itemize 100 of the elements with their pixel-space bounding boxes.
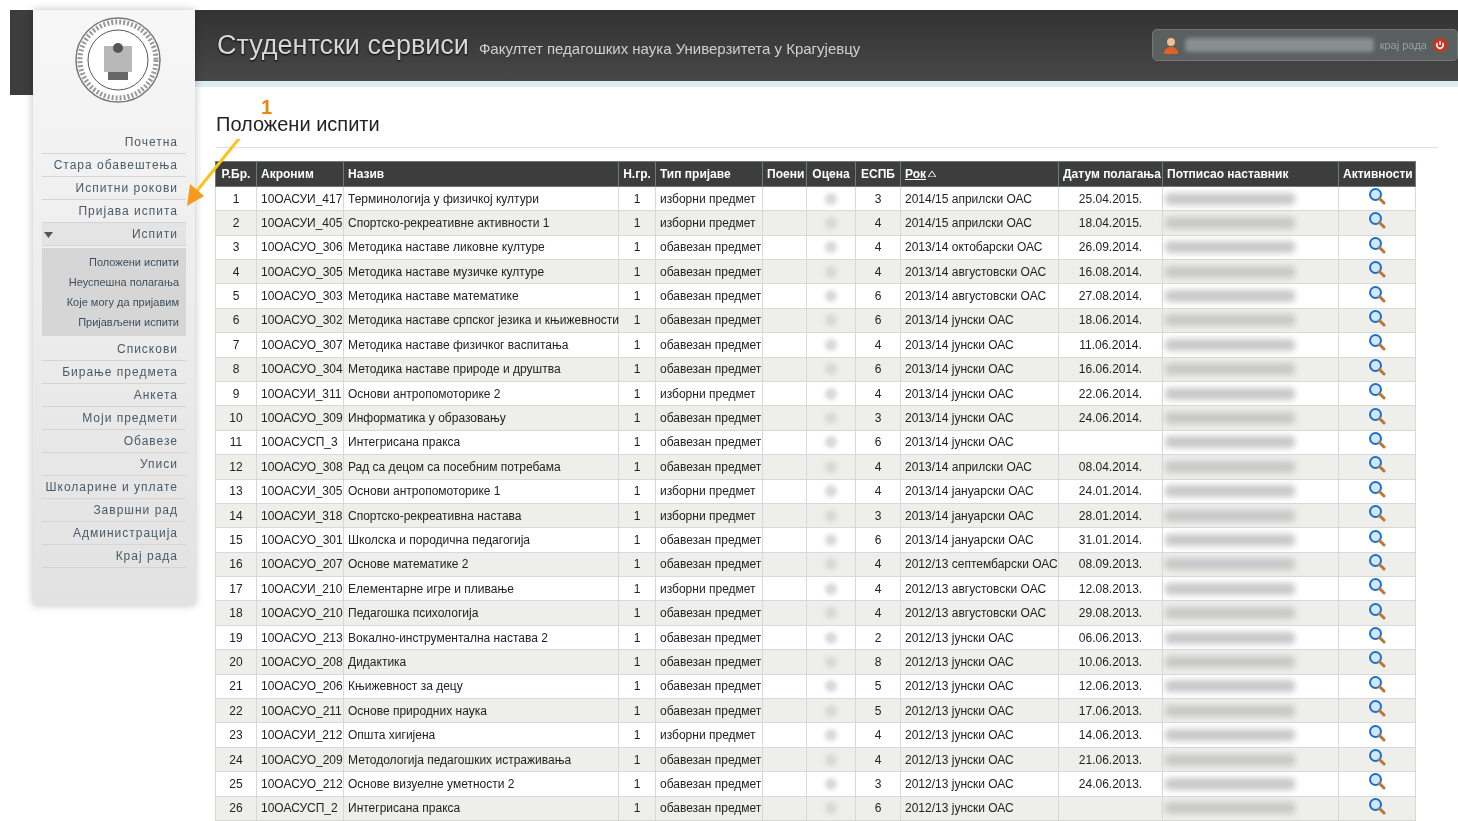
column-header[interactable]: Н.гр. xyxy=(618,161,656,187)
sidebar-item[interactable]: Анкета xyxy=(42,384,186,407)
table-cell: изборни предмет xyxy=(660,581,756,596)
table-cell: 21 xyxy=(229,679,243,694)
table-cell: 1 xyxy=(633,581,641,596)
sidebar-item[interactable]: Школарине и уплате xyxy=(42,476,186,499)
sidebar-item[interactable]: Обавезе xyxy=(42,430,186,453)
table-cell: обавезан предмет xyxy=(660,801,762,816)
blurred-grade xyxy=(825,631,837,644)
column-header[interactable]: Р.Бр. xyxy=(215,161,257,187)
sidebar-item[interactable]: Спискови xyxy=(42,338,186,361)
submenu-item[interactable]: Неуспешна полагања xyxy=(42,272,186,292)
column-header[interactable]: Акроним xyxy=(256,161,344,187)
submenu-item[interactable]: Пријављени испити xyxy=(42,312,186,332)
search-icon[interactable] xyxy=(1368,235,1386,254)
table-cell: 26.09.2014. xyxy=(1078,240,1143,255)
table-cell: 10 xyxy=(229,411,243,426)
search-icon[interactable] xyxy=(1368,284,1386,303)
table-cell: Спортско-рекреативне активности 1 xyxy=(348,215,550,230)
table-cell: изборни предмет xyxy=(660,215,756,230)
table-cell: Рад са децом са посебним потребама xyxy=(348,459,561,474)
search-icon[interactable] xyxy=(1368,382,1386,401)
table-cell: 10.06.2013. xyxy=(1078,654,1143,669)
sidebar-item[interactable]: Крај рада xyxy=(42,545,186,568)
table-cell: обавезан предмет xyxy=(660,630,762,645)
search-icon[interactable] xyxy=(1368,357,1386,376)
sidebar-item[interactable]: Завршни рад xyxy=(42,499,186,522)
sidebar-item[interactable]: Почетна xyxy=(42,131,186,154)
column-header[interactable]: Поени xyxy=(762,161,807,187)
search-icon[interactable] xyxy=(1368,626,1386,645)
sidebar-item[interactable]: Стара обавештења xyxy=(42,154,186,177)
column-header[interactable]: Оцена xyxy=(806,161,856,187)
sidebar-item[interactable]: Испити xyxy=(42,223,186,246)
table-cell: 2013/14 априлски ОАС xyxy=(905,459,1033,474)
search-icon[interactable] xyxy=(1368,796,1386,815)
sidebar-item[interactable]: Моји предмети xyxy=(42,407,186,430)
table-cell: 7 xyxy=(232,337,240,352)
table-cell: 2 xyxy=(874,630,882,645)
column-header[interactable]: Рок xyxy=(900,161,1059,187)
table-cell: 27.08.2014. xyxy=(1078,289,1143,304)
user-icon xyxy=(1163,36,1179,55)
table-cell: 11 xyxy=(229,435,243,450)
table-cell: 4 xyxy=(232,264,240,279)
table-cell: 2012/13 септембарски ОАС xyxy=(905,557,1058,572)
sidebar-item[interactable]: Бирање предмета xyxy=(42,361,186,384)
search-icon[interactable] xyxy=(1368,577,1386,596)
search-icon[interactable] xyxy=(1368,601,1386,620)
table-cell: 3 xyxy=(232,240,240,255)
table-cell: Информатика у образовању xyxy=(348,411,506,426)
table-cell: 5 xyxy=(874,679,882,694)
table-cell: 2012/13 јунски ОАС xyxy=(905,776,1014,791)
submenu-item[interactable]: Положени испити xyxy=(42,252,186,272)
table-cell: 17.06.2013. xyxy=(1078,703,1143,718)
search-icon[interactable] xyxy=(1368,211,1386,230)
search-icon[interactable] xyxy=(1368,430,1386,449)
column-header[interactable]: Активности xyxy=(1338,161,1416,187)
search-icon[interactable] xyxy=(1368,748,1386,766)
sidebar-item[interactable]: Администрација xyxy=(42,522,186,545)
submenu-item[interactable]: Које могу да пријавим xyxy=(42,292,186,312)
column-header[interactable]: ЕСПБ xyxy=(855,161,901,187)
table-cell: 1 xyxy=(633,435,641,450)
search-icon[interactable] xyxy=(1368,772,1386,791)
search-icon[interactable] xyxy=(1368,723,1386,742)
table-cell: 2013/14 јунски ОАС xyxy=(905,337,1014,352)
table-cell: 1 xyxy=(633,557,641,572)
search-icon[interactable] xyxy=(1368,552,1386,571)
table-cell: 5 xyxy=(874,703,882,718)
sidebar-item[interactable]: Испитни рокови xyxy=(42,177,186,200)
table-cell: 1 xyxy=(633,679,641,694)
search-icon[interactable] xyxy=(1368,333,1386,352)
search-icon[interactable] xyxy=(1368,479,1386,498)
table-cell: 10ОАСУО_305 xyxy=(261,264,343,279)
table-cell: Педагошка психологија xyxy=(348,606,479,621)
search-icon[interactable] xyxy=(1368,260,1386,279)
table-cell: Методика наставе математике xyxy=(348,289,519,304)
table-cell: изборни предмет xyxy=(660,508,756,523)
table-cell: обавезан предмет xyxy=(660,557,762,572)
table-cell: 2013/14 јунски ОАС xyxy=(905,386,1014,401)
search-icon[interactable] xyxy=(1368,455,1386,474)
column-header[interactable]: Потписао наставник xyxy=(1162,161,1339,187)
search-icon[interactable] xyxy=(1368,187,1386,206)
search-icon[interactable] xyxy=(1368,528,1386,547)
column-header[interactable]: Назив xyxy=(343,161,619,187)
table-cell: Методологија педагошких истраживања xyxy=(348,752,572,767)
blurred-grade xyxy=(825,436,837,449)
column-header[interactable]: Датум полагања xyxy=(1058,161,1163,187)
search-icon[interactable] xyxy=(1368,406,1386,425)
search-icon[interactable] xyxy=(1368,650,1386,669)
sidebar-item[interactable]: Уписи xyxy=(42,453,186,476)
column-header[interactable]: Тип пријаве xyxy=(655,161,763,187)
table-cell: 4 xyxy=(874,581,882,596)
table-cell: изборни предмет xyxy=(660,484,756,499)
table-cell: 2014/15 априлски ОАС xyxy=(905,191,1033,206)
power-icon[interactable] xyxy=(1433,38,1447,53)
table-cell: 28.01.2014. xyxy=(1078,508,1143,523)
search-icon[interactable] xyxy=(1368,309,1386,327)
search-icon[interactable] xyxy=(1368,504,1386,523)
search-icon[interactable] xyxy=(1368,699,1386,718)
table-cell: 4 xyxy=(874,215,882,230)
search-icon[interactable] xyxy=(1368,674,1386,693)
